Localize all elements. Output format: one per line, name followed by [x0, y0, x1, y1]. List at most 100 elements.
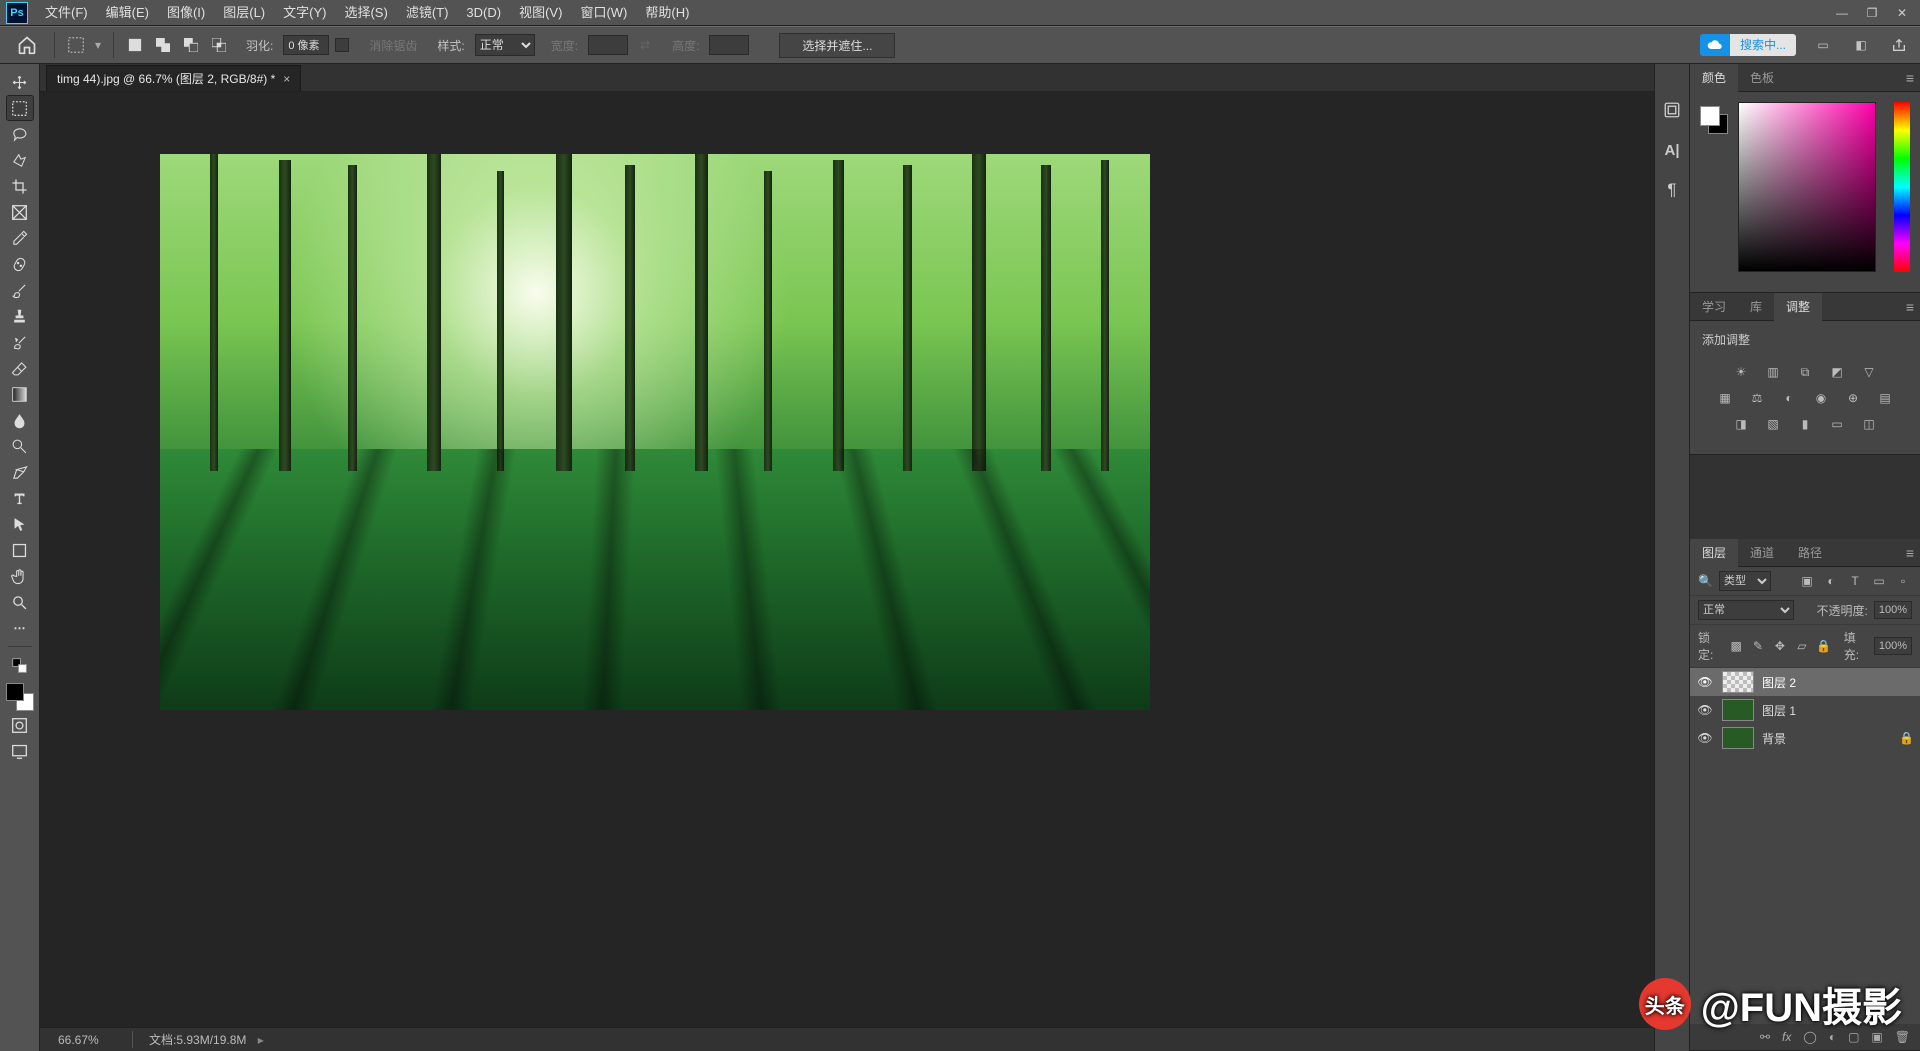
type-tool[interactable]	[7, 486, 33, 510]
brush-tool[interactable]	[7, 278, 33, 302]
lock-all-icon[interactable]: 🔒	[1816, 637, 1832, 655]
filter-smart-icon[interactable]: ▫	[1894, 572, 1912, 590]
fill-value[interactable]: 100%	[1874, 637, 1912, 655]
tab-channels[interactable]: 通道	[1738, 539, 1786, 567]
frame-tool[interactable]	[7, 200, 33, 224]
move-tool[interactable]	[7, 70, 33, 94]
path-select-tool[interactable]	[7, 512, 33, 536]
blur-tool[interactable]	[7, 408, 33, 432]
panel-menu-icon[interactable]: ≡	[1906, 70, 1914, 86]
levels-icon[interactable]: ▥	[1762, 362, 1784, 382]
fx-icon[interactable]: fx	[1782, 1030, 1791, 1044]
hand-tool[interactable]	[7, 564, 33, 588]
crop-tool[interactable]	[7, 174, 33, 198]
quick-select-tool[interactable]	[7, 148, 33, 172]
filter-pixel-icon[interactable]: ▣	[1798, 572, 1816, 590]
add-selection-icon[interactable]	[152, 34, 174, 56]
history-brush-tool[interactable]	[7, 330, 33, 354]
menu-item[interactable]: 文字(Y)	[274, 0, 335, 26]
blend-mode-select[interactable]: 正常	[1698, 600, 1794, 620]
balance-icon[interactable]: ⚖	[1746, 388, 1768, 408]
menu-item[interactable]: 编辑(E)	[97, 0, 158, 26]
healing-tool[interactable]	[7, 252, 33, 276]
menu-item[interactable]: 文件(F)	[36, 0, 97, 26]
eyedropper-tool[interactable]	[7, 226, 33, 250]
default-colors-icon[interactable]	[7, 653, 33, 677]
vibrance-icon[interactable]: ▽	[1858, 362, 1880, 382]
hue-icon[interactable]: ▦	[1714, 388, 1736, 408]
stamp-tool[interactable]	[7, 304, 33, 328]
shape-tool[interactable]	[7, 538, 33, 562]
style-select[interactable]: 正常	[475, 34, 535, 56]
tab-swatches[interactable]: 色板	[1738, 64, 1786, 92]
edit-toolbar-icon[interactable]: ⋯	[7, 616, 33, 640]
channel-mixer-icon[interactable]: ⊕	[1842, 388, 1864, 408]
tab-learn[interactable]: 学习	[1690, 293, 1738, 321]
close-window-button[interactable]: ✕	[1890, 4, 1914, 22]
eraser-tool[interactable]	[7, 356, 33, 380]
marquee-shape-icon[interactable]	[65, 34, 87, 56]
gradient-map-icon[interactable]: ▭	[1826, 414, 1848, 434]
photo-filter-icon[interactable]: ◉	[1810, 388, 1832, 408]
filter-type-icon[interactable]: T	[1846, 572, 1864, 590]
cloud-search[interactable]: 搜索中...	[1700, 34, 1796, 56]
hue-slider[interactable]	[1894, 102, 1910, 272]
select-and-mask-button[interactable]: 选择并遮住...	[779, 33, 895, 58]
delete-layer-icon[interactable]: 🗑	[1895, 1030, 1910, 1044]
posterize-icon[interactable]: ▧	[1762, 414, 1784, 434]
bw-icon[interactable]: ◐	[1778, 388, 1800, 408]
minimize-button[interactable]: —	[1830, 4, 1854, 22]
selective-color-icon[interactable]: ◫	[1858, 414, 1880, 434]
opacity-value[interactable]: 100%	[1874, 601, 1912, 619]
menu-item[interactable]: 图像(I)	[158, 0, 214, 26]
link-layers-icon[interactable]: ⚯	[1760, 1030, 1770, 1044]
tab-adjustments[interactable]: 调整	[1774, 293, 1822, 321]
layer-row[interactable]: 👁背景🔒	[1690, 724, 1920, 752]
exposure-icon[interactable]: ◩	[1826, 362, 1848, 382]
panel-menu-icon[interactable]: ≡	[1906, 545, 1914, 561]
visibility-icon[interactable]: 👁	[1696, 731, 1714, 745]
threshold-icon[interactable]: ▮	[1794, 414, 1816, 434]
color-picker-field[interactable]	[1738, 102, 1876, 272]
curves-icon[interactable]: ⧉	[1794, 362, 1816, 382]
visibility-icon[interactable]: 👁	[1696, 703, 1714, 717]
visibility-icon[interactable]: 👁	[1696, 675, 1714, 689]
zoom-tool[interactable]	[7, 590, 33, 614]
tab-paths[interactable]: 路径	[1786, 539, 1834, 567]
layer-filter-select[interactable]: 类型	[1719, 571, 1771, 591]
menu-item[interactable]: 窗口(W)	[571, 0, 636, 26]
close-tab-icon[interactable]: ×	[283, 72, 290, 86]
menu-item[interactable]: 视图(V)	[510, 0, 571, 26]
menu-item[interactable]: 图层(L)	[214, 0, 274, 26]
subtract-selection-icon[interactable]	[180, 34, 202, 56]
menu-item[interactable]: 帮助(H)	[636, 0, 698, 26]
maximize-button[interactable]: ❐	[1860, 4, 1884, 22]
layer-row[interactable]: 👁图层 2	[1690, 668, 1920, 696]
quickmask-icon[interactable]	[7, 713, 33, 737]
tab-layers[interactable]: 图层	[1690, 539, 1738, 567]
lasso-tool[interactable]	[7, 122, 33, 146]
menu-item[interactable]: 滤镜(T)	[397, 0, 458, 26]
paragraph-panel-icon[interactable]: ¶	[1659, 178, 1685, 202]
lock-transparent-icon[interactable]: ▩	[1728, 637, 1744, 655]
lock-artboard-icon[interactable]: ▱	[1794, 637, 1810, 655]
document-tab[interactable]: timg 44).jpg @ 66.7% (图层 2, RGB/8#) * ×	[46, 65, 301, 91]
fg-bg-swatches[interactable]	[6, 683, 34, 711]
search-small-icon[interactable]: 🔍	[1698, 574, 1713, 588]
export-share-icon[interactable]	[1888, 34, 1910, 56]
gradient-tool[interactable]	[7, 382, 33, 406]
brightness-icon[interactable]: ☀	[1730, 362, 1752, 382]
feather-input[interactable]	[283, 35, 329, 55]
panel-menu-icon[interactable]: ≡	[1906, 299, 1914, 315]
tab-color[interactable]: 颜色	[1690, 64, 1738, 92]
frame-icon[interactable]: ◧	[1850, 34, 1872, 56]
home-icon[interactable]	[10, 28, 44, 62]
filter-adjust-icon[interactable]: ◐	[1822, 572, 1840, 590]
layer-row[interactable]: 👁图层 1	[1690, 696, 1920, 724]
new-adjust-icon[interactable]: ◐	[1829, 1030, 1836, 1044]
character-panel-icon[interactable]: A|	[1659, 138, 1685, 162]
lookup-icon[interactable]: ▤	[1874, 388, 1896, 408]
menu-item[interactable]: 3D(D)	[457, 0, 510, 26]
lock-pixels-icon[interactable]: ✎	[1750, 637, 1766, 655]
marquee-tool[interactable]	[7, 96, 33, 120]
